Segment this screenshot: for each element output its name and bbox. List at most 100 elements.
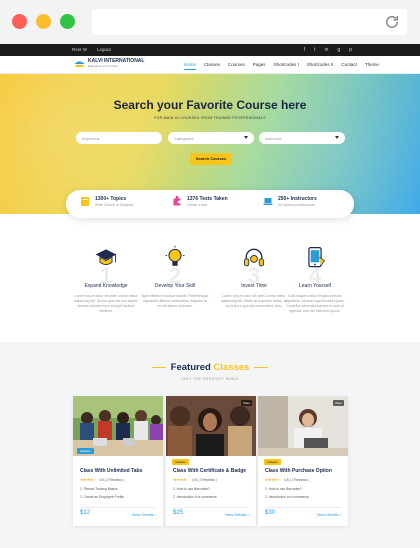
rating-text: 4.5 ( 2 Reviews ) xyxy=(192,477,217,482)
class-title[interactable]: Class With Certificate & Badge xyxy=(173,468,246,474)
nav-item-pages[interactable]: Pages xyxy=(253,62,266,70)
featured-title: Featured Classes xyxy=(0,362,420,373)
nav-item-home[interactable]: Home xyxy=(184,62,197,70)
category-badge[interactable]: Classes xyxy=(264,459,281,465)
page: Rent W Logout f t in g p KALVI INTERNATI… xyxy=(0,0,420,548)
price: $30 xyxy=(265,510,276,516)
feature-title: Expand Knowledge xyxy=(84,283,128,289)
lesson-item[interactable]: 1. Fitness Training Basics xyxy=(80,485,124,493)
class-card-image[interactable]: Video xyxy=(166,396,256,456)
stats-card: 1300+ Topics Wide Choice of Subjects 137… xyxy=(66,190,354,218)
nav-item-classes[interactable]: Classes xyxy=(204,62,220,70)
hero-title: Search your Favorite Course here xyxy=(113,98,307,112)
class-card[interactable]: Classes Class With Unlimited Tabs ★★★★☆ … xyxy=(73,396,163,526)
feature-text: Duis aliquet metus fringilla pretium dig… xyxy=(285,294,345,313)
divider xyxy=(80,507,156,508)
stat-instructors: 250+ Instructors All trained professiona… xyxy=(263,196,317,207)
twitter-icon[interactable]: t xyxy=(314,47,315,53)
reload-icon[interactable] xyxy=(383,13,401,31)
rating-text: 4.5 ( 2 Reviews ) xyxy=(284,477,309,482)
view-details-link[interactable]: View Details › xyxy=(317,512,341,517)
puzzle-icon xyxy=(173,196,181,206)
category-badge[interactable]: Classes xyxy=(77,448,94,454)
rating-text: 4.5 ( 2 Reviews ) xyxy=(99,477,124,482)
lesson-item[interactable]: 2. Introduction to e-commerce xyxy=(265,493,309,501)
classroom-photo-icon xyxy=(73,396,163,456)
feature-title: Develop Your Skill xyxy=(154,283,196,289)
feature-item: 1 Expand Knowledge Lorem ipsum dolor sit… xyxy=(70,240,142,314)
nav-item-theme[interactable]: Theme xyxy=(365,62,379,70)
book-icon xyxy=(81,197,89,206)
video-badge: Video xyxy=(240,400,252,406)
class-title[interactable]: Class With Purchase Option xyxy=(265,468,332,474)
hero-subtitle: FOR MAIN IN COURSES FROM TRAINED PROFESS… xyxy=(154,116,266,120)
logout-link[interactable]: Logout xyxy=(97,47,111,52)
stat-desc: Wide Choice of Subjects xyxy=(95,203,134,207)
price: $25 xyxy=(173,510,184,516)
category-badge[interactable]: Classes xyxy=(172,459,189,465)
categories-placeholder: Categories xyxy=(174,136,194,141)
maximize-window-button[interactable] xyxy=(60,14,75,29)
logo-mark-icon xyxy=(74,61,85,67)
class-card-image[interactable]: Classes xyxy=(73,396,163,456)
lesson-item[interactable]: 2. Introduction to e-commerce xyxy=(173,493,217,501)
categories-select[interactable]: Categories xyxy=(168,132,254,144)
star-rating-icon: ★★★★☆ xyxy=(80,477,96,482)
keywords-input[interactable]: Keywords xyxy=(76,132,162,144)
lesson-item[interactable]: 2. Create an Employee Profile xyxy=(80,493,124,501)
feature-item: 4 Learn Yourself Duis aliquet metus frin… xyxy=(279,240,351,314)
google-icon[interactable]: g xyxy=(337,47,340,53)
stat-tests: 1376 Tests Taken Create a test xyxy=(172,196,228,207)
feature-item: 2 Develop Your Skill Nam efficitur tinci… xyxy=(139,240,211,309)
star-rating-icon: ★★★★☆ xyxy=(265,477,281,482)
site-logo[interactable]: KALVI INTERNATIONAL Education at its Fin… xyxy=(74,59,144,69)
stat-desc: All trained professionals xyxy=(278,203,316,207)
instructor-select[interactable]: Instructor xyxy=(259,132,345,144)
address-bar[interactable] xyxy=(92,9,407,35)
class-card[interactable]: Video Classes Class With Certificate & B… xyxy=(166,396,256,526)
view-details-link[interactable]: View Details › xyxy=(132,512,156,517)
class-card[interactable]: Video Classes Class With Purchase Option… xyxy=(258,396,348,526)
class-title[interactable]: Class With Unlimited Tabs xyxy=(80,468,142,474)
featured-title-main: Featured xyxy=(170,362,211,373)
price: $12 xyxy=(80,510,91,516)
chevron-down-icon xyxy=(244,136,248,139)
instructor-placeholder: Instructor xyxy=(265,136,282,141)
stat-topics: 1300+ Topics Wide Choice of Subjects xyxy=(80,196,133,207)
lesson-item[interactable]: 1. How to use Barcodes? xyxy=(173,485,217,493)
stat-title: 250+ Instructors xyxy=(278,196,317,202)
features-section: 1 Expand Knowledge Lorem ipsum dolor sit… xyxy=(0,240,420,340)
class-card-image[interactable]: Video xyxy=(258,396,348,456)
lesson-list: 1. How to use Barcodes? 2. Introduction … xyxy=(173,485,217,501)
feature-title: Learn Yourself xyxy=(299,283,331,289)
phone-link[interactable]: Rent W xyxy=(72,47,87,52)
search-courses-button[interactable]: Search Courses xyxy=(190,153,232,165)
feature-text: Lorem ipsum dolor sit amet, conse ctetur… xyxy=(73,294,139,313)
linkedin-icon[interactable]: in xyxy=(325,47,329,53)
nav-item-contact[interactable]: Contact xyxy=(341,62,357,70)
video-badge: Video xyxy=(332,400,344,406)
nav-item-shortcodes-2[interactable]: Shortcodes II xyxy=(307,62,334,70)
laptop-icon xyxy=(263,198,273,205)
nav-menu: Home Classes Courses Pages Shortcodes I … xyxy=(184,62,379,70)
stat-title: 1376 Tests Taken xyxy=(187,196,228,202)
close-window-button[interactable] xyxy=(12,14,27,29)
lesson-item[interactable]: 1. How to use Barcodes? xyxy=(265,485,309,493)
star-rating-icon: ★★★★☆ xyxy=(173,477,189,482)
keywords-placeholder: Keywords xyxy=(82,136,100,141)
minimize-window-button[interactable] xyxy=(36,14,51,29)
feature-text: Nam efficitur tincidunt blandit. Pellent… xyxy=(141,294,209,308)
nav-item-courses[interactable]: Courses xyxy=(228,62,245,70)
nav-item-shortcodes-1[interactable]: Shortcodes I xyxy=(274,62,299,70)
stat-desc: Create a test xyxy=(187,203,208,207)
top-info-bar: Rent W Logout f t in g p xyxy=(0,44,420,56)
pinterest-icon[interactable]: p xyxy=(349,47,352,53)
main-nav: KALVI INTERNATIONAL Education at its Fin… xyxy=(0,56,420,74)
logo-subtitle: Education at its Finest xyxy=(88,64,118,68)
chevron-down-icon xyxy=(335,136,339,139)
facebook-icon[interactable]: f xyxy=(304,47,305,53)
view-details-link[interactable]: View Details › xyxy=(225,512,249,517)
browser-chrome xyxy=(0,0,420,44)
divider xyxy=(173,507,249,508)
featured-title-accent: Classes xyxy=(213,362,250,373)
